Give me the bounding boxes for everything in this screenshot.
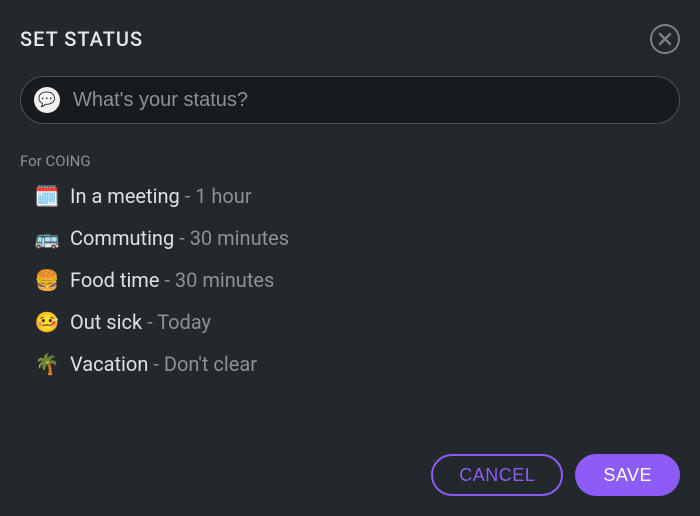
status-option-vacation[interactable]: 🌴 Vacation - Don't clear <box>34 352 680 376</box>
option-label: Vacation <box>70 352 148 376</box>
option-label: Food time <box>70 268 159 292</box>
option-label: In a meeting <box>70 184 180 208</box>
option-duration: 30 minutes <box>190 226 289 250</box>
close-icon <box>658 32 672 46</box>
speech-bubble-icon[interactable] <box>34 87 60 113</box>
save-button[interactable]: SAVE <box>575 454 680 496</box>
bus-icon: 🚌 <box>34 226 60 250</box>
option-duration: 30 minutes <box>175 268 274 292</box>
option-label: Out sick <box>70 310 142 334</box>
sick-face-icon: 🤒 <box>34 310 60 334</box>
burger-icon: 🍔 <box>34 268 60 292</box>
modal-title: SET STATUS <box>20 27 143 51</box>
option-duration: 1 hour <box>195 184 251 208</box>
status-option-meeting[interactable]: 🗓️ In a meeting - 1 hour <box>34 184 680 208</box>
status-input[interactable] <box>20 76 680 124</box>
status-option-sick[interactable]: 🤒 Out sick - Today <box>34 310 680 334</box>
status-input-wrap <box>20 76 680 124</box>
scope-label: For COING <box>20 152 680 170</box>
close-button[interactable] <box>650 24 680 54</box>
cancel-button[interactable]: CANCEL <box>431 454 563 496</box>
status-options: 🗓️ In a meeting - 1 hour 🚌 Commuting - 3… <box>20 184 680 376</box>
option-duration: Don't clear <box>164 352 257 376</box>
set-status-modal: SET STATUS For COING 🗓️ In a meeting - 1… <box>0 0 700 516</box>
modal-header: SET STATUS <box>20 24 680 54</box>
status-option-commuting[interactable]: 🚌 Commuting - 30 minutes <box>34 226 680 250</box>
option-label: Commuting <box>70 226 174 250</box>
status-option-food[interactable]: 🍔 Food time - 30 minutes <box>34 268 680 292</box>
option-duration: Today <box>157 310 211 334</box>
palm-tree-icon: 🌴 <box>34 352 60 376</box>
calendar-icon: 🗓️ <box>34 184 60 208</box>
modal-footer: CANCEL SAVE <box>20 454 680 496</box>
